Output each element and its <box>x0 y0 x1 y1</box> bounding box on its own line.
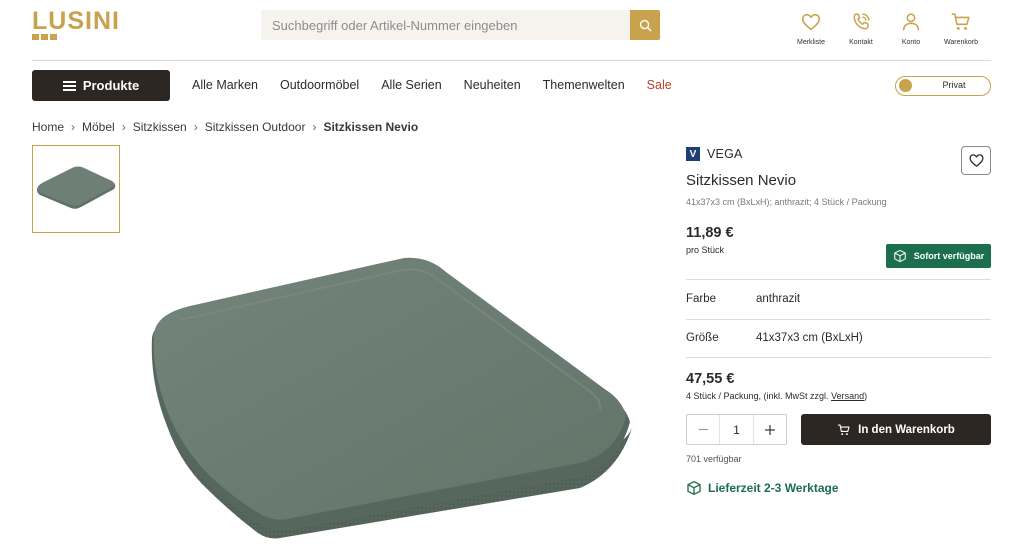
account-link[interactable]: Konto <box>886 11 936 46</box>
breadcrumb-current: Sitzkissen Nevio <box>323 120 419 134</box>
toggle-label: Privat <box>942 80 966 90</box>
phone-icon <box>853 13 870 30</box>
unit-price: 11,89 € <box>686 225 734 241</box>
lusini-logo[interactable]: LUSINI <box>32 9 142 43</box>
plus-icon <box>765 424 775 435</box>
divider <box>686 357 991 358</box>
chevron-right-icon: › <box>312 120 317 134</box>
search-bar <box>261 10 660 40</box>
chevron-right-icon: › <box>121 120 126 134</box>
breadcrumb-sitzkissen-outdoor[interactable]: Sitzkissen Outdoor <box>205 120 306 134</box>
pack-price-note: 4 Stück / Packung, (inkl. MwSt zzgl. Ver… <box>686 391 867 401</box>
nav-item-sale[interactable]: Sale <box>647 78 672 92</box>
divider <box>686 279 991 280</box>
nav-item-alle-marken[interactable]: Alle Marken <box>192 78 258 92</box>
pack-note-text: 4 Stück / Packung, (inkl. MwSt zzgl. <box>686 391 832 401</box>
logo-mark <box>32 34 57 40</box>
product-brand[interactable]: V VEGA <box>686 147 743 161</box>
breadcrumb-sitzkissen[interactable]: Sitzkissen <box>133 120 187 134</box>
logo-text: LUSINI <box>32 7 120 35</box>
product-title: Sitzkissen Nevio <box>686 172 797 189</box>
main-nav: Alle Marken Outdoormöbel Alle Serien Neu… <box>192 78 694 92</box>
brand-name: VEGA <box>707 147 743 161</box>
attribute-label-groesse: Größe <box>686 332 719 344</box>
cart-link[interactable]: Warenkorb <box>936 11 986 46</box>
wishlist-link[interactable]: Merkliste <box>786 11 836 46</box>
attribute-value-groesse: 41x37x3 cm (BxLxH) <box>756 332 863 344</box>
product-thumbnail[interactable] <box>32 145 120 233</box>
minus-icon <box>698 428 708 431</box>
availability-count: 701 verfügbar <box>686 454 742 464</box>
header-divider <box>32 60 991 61</box>
menu-icon <box>62 80 76 91</box>
cart-label: Warenkorb <box>944 39 978 46</box>
contact-link[interactable]: Kontakt <box>836 11 886 46</box>
nav-item-themenwelten[interactable]: Themenwelten <box>543 78 625 92</box>
account-label: Konto <box>901 39 921 46</box>
heart-icon <box>968 154 984 167</box>
wishlist-label: Merkliste <box>796 39 825 46</box>
add-to-cart-label: In den Warenkorb <box>858 423 955 436</box>
add-to-cart-button[interactable]: In den Warenkorb <box>801 414 991 445</box>
products-label: Produkte <box>82 78 140 93</box>
divider <box>686 319 991 320</box>
decrease-quantity-button[interactable] <box>687 415 719 444</box>
product-subtitle: 41x37x3 cm (BxLxH); anthrazit; 4 Stück /… <box>686 197 887 207</box>
user-icon <box>902 13 920 31</box>
search-icon <box>639 19 651 31</box>
cushion-thumbnail-image <box>37 166 116 209</box>
contact-label: Kontakt <box>849 39 873 46</box>
stock-status-label: Sofort verfügbar <box>913 251 985 261</box>
product-main-image <box>151 257 632 539</box>
products-menu-button[interactable]: Produkte <box>32 70 170 101</box>
nav-item-outdoormoebel[interactable]: Outdoormöbel <box>280 78 359 92</box>
customer-type-toggle[interactable]: Privat <box>895 76 991 96</box>
attribute-value-farbe: anthrazit <box>756 293 801 305</box>
breadcrumb-home[interactable]: Home <box>32 120 64 134</box>
nav-item-neuheiten[interactable]: Neuheiten <box>464 78 521 92</box>
heart-icon <box>801 13 821 31</box>
search-button[interactable] <box>630 10 660 40</box>
toggle-knob <box>899 79 912 92</box>
quantity-stepper <box>686 414 787 445</box>
quantity-input[interactable] <box>719 415 754 444</box>
add-to-wishlist-button[interactable] <box>961 146 991 175</box>
chevron-right-icon: › <box>71 120 76 134</box>
breadcrumb-moebel[interactable]: Möbel <box>82 120 115 134</box>
vega-logo-icon: V <box>686 147 700 161</box>
breadcrumb: Home › Möbel › Sitzkissen › Sitzkissen O… <box>32 120 418 134</box>
increase-quantity-button[interactable] <box>754 415 786 444</box>
header-actions: Merkliste Kontakt Konto Warenkorb <box>786 11 986 46</box>
stock-status-badge: Sofort verfügbar <box>886 244 991 268</box>
shipping-link[interactable]: Versand <box>831 391 864 401</box>
cart-icon <box>838 423 850 435</box>
package-icon <box>687 481 701 495</box>
attribute-label-farbe: Farbe <box>686 293 717 305</box>
search-input[interactable] <box>261 10 630 40</box>
unit-price-note: pro Stück <box>686 245 725 255</box>
cart-icon <box>951 13 970 30</box>
nav-item-alle-serien[interactable]: Alle Serien <box>381 78 441 92</box>
package-icon <box>893 249 906 263</box>
chevron-right-icon: › <box>193 120 198 134</box>
delivery-time: Lieferzeit 2-3 Werktage <box>686 480 839 496</box>
pack-note-end: ) <box>864 391 868 401</box>
pack-price: 47,55 € <box>686 371 735 387</box>
delivery-label: Lieferzeit 2-3 Werktage <box>708 481 839 495</box>
